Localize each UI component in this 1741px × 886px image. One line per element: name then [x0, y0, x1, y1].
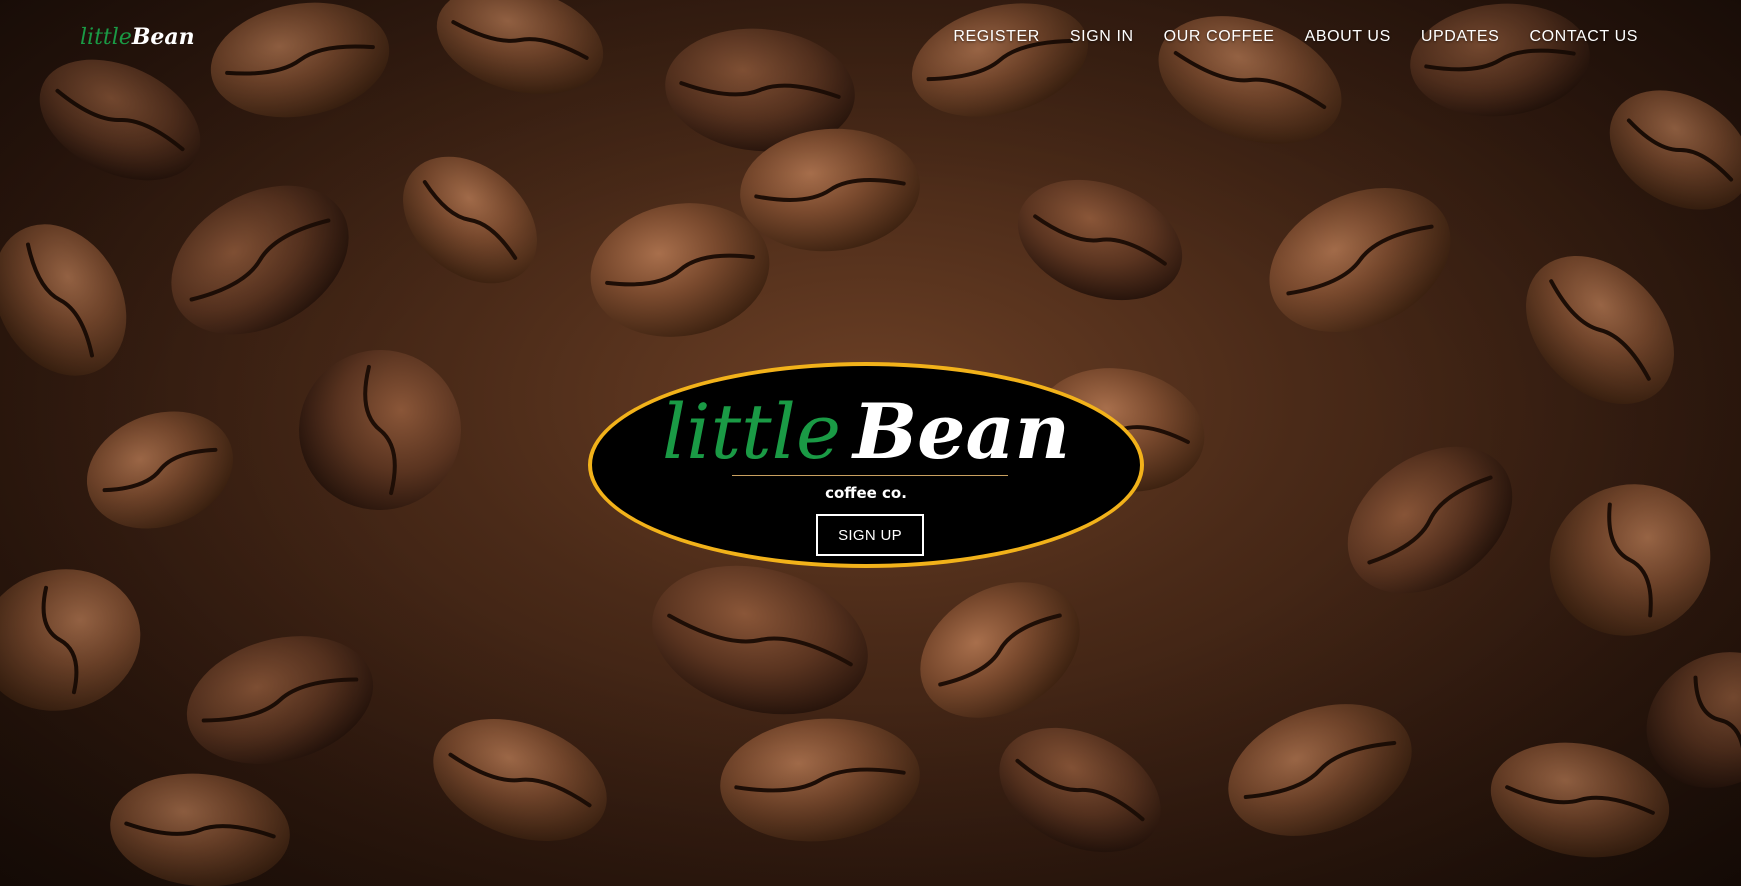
brand-bean-text: Bean: [131, 24, 195, 50]
brand-little-text: little: [80, 25, 132, 50]
nav-item-updates: UPDATES: [1421, 28, 1500, 46]
nav-link-contact-us[interactable]: CONTACT US: [1529, 28, 1638, 45]
nav-menu: REGISTER SIGN IN OUR COFFEE ABOUT US UPD…: [923, 28, 1638, 46]
nav-item-sign-in: SIGN IN: [1070, 28, 1134, 46]
hero-logo-oval: little Bean coffee co. SIGN UP: [588, 362, 1144, 568]
nav-item-about-us: ABOUT US: [1305, 28, 1391, 46]
logo-divider: [732, 475, 1008, 476]
hero-logo-bean: Bean: [852, 387, 1071, 476]
nav-item-register: REGISTER: [953, 28, 1040, 46]
top-navbar: littleBean REGISTER SIGN IN OUR COFFEE A…: [0, 0, 1741, 78]
hero-logo: little Bean: [592, 392, 1140, 472]
nav-link-updates[interactable]: UPDATES: [1421, 28, 1500, 45]
nav-link-sign-in[interactable]: SIGN IN: [1070, 28, 1134, 45]
brand-logo-link[interactable]: littleBean: [80, 22, 195, 53]
nav-link-register[interactable]: REGISTER: [953, 28, 1040, 45]
nav-item-our-coffee: OUR COFFEE: [1164, 28, 1275, 46]
nav-link-our-coffee[interactable]: OUR COFFEE: [1164, 28, 1275, 45]
landing-page: littleBean REGISTER SIGN IN OUR COFFEE A…: [0, 0, 1741, 886]
nav-item-contact-us: CONTACT US: [1529, 28, 1638, 46]
sign-up-button[interactable]: SIGN UP: [816, 514, 924, 556]
nav-link-about-us[interactable]: ABOUT US: [1305, 28, 1391, 45]
hero-tagline: coffee co.: [825, 484, 907, 502]
hero-logo-little: little: [661, 387, 841, 476]
